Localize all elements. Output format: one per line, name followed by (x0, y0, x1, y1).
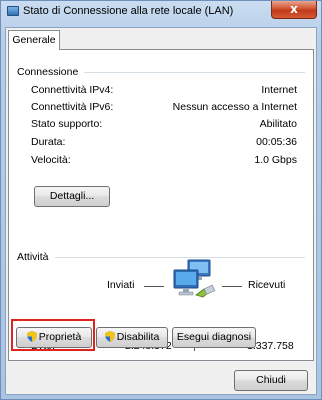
media-state-label: Stato supporto: (31, 118, 103, 130)
ipv4-value: Internet (261, 84, 297, 96)
uac-shield-icon (104, 331, 115, 342)
window-title: Stato di Connessione alla rete locale (L… (23, 5, 234, 17)
row-ipv6: Connettività IPv6: Nessun accesso a Inte… (31, 101, 297, 115)
ipv4-label: Connettività IPv4: (31, 84, 114, 96)
sent-label: Inviati (107, 279, 135, 291)
connection-group: Connessione Connettività IPv4: Internet … (17, 66, 305, 216)
activity-group-divider (17, 257, 305, 258)
properties-highlight-box (11, 319, 95, 351)
speed-value: 1.0 Gbps (254, 154, 297, 166)
diagnose-button[interactable]: Esegui diagnosi (172, 327, 256, 348)
duration-label: Durata: (31, 136, 66, 148)
disable-button-label: Disabilita (116, 331, 160, 343)
row-media-state: Stato supporto: Abilitato (31, 118, 297, 132)
connection-group-title: Connessione (17, 66, 85, 78)
close-window-button[interactable]: x (271, 1, 317, 19)
media-state-value: Abilitato (259, 118, 297, 130)
received-label: Ricevuti (248, 279, 286, 291)
network-computers-icon (173, 259, 216, 298)
row-duration: Durata: 00:05:36 (31, 136, 297, 150)
close-button[interactable]: Chiudi (234, 370, 308, 391)
row-ipv4: Connettività IPv4: Internet (31, 84, 297, 98)
sent-dash (144, 286, 164, 287)
speed-label: Velocità: (31, 154, 71, 166)
details-button[interactable]: Dettagli... (34, 186, 110, 207)
title-bar: Stato di Connessione alla rete locale (L… (1, 1, 321, 23)
duration-value: 00:05:36 (256, 136, 297, 148)
activity-group-title: Attività (17, 251, 55, 263)
ipv6-value: Nessun accesso a Internet (172, 101, 297, 113)
dialog-window: Stato di Connessione alla rete locale (L… (0, 0, 322, 400)
row-speed: Velocità: 1.0 Gbps (31, 154, 297, 168)
network-title-icon (7, 6, 19, 16)
ipv6-label: Connettività IPv6: (31, 101, 114, 113)
received-dash (222, 286, 242, 287)
tab-generale[interactable]: Generale (8, 30, 60, 50)
tab-panel-generale: Connessione Connettività IPv4: Internet … (8, 49, 314, 361)
disable-button[interactable]: Disabilita (96, 327, 168, 348)
